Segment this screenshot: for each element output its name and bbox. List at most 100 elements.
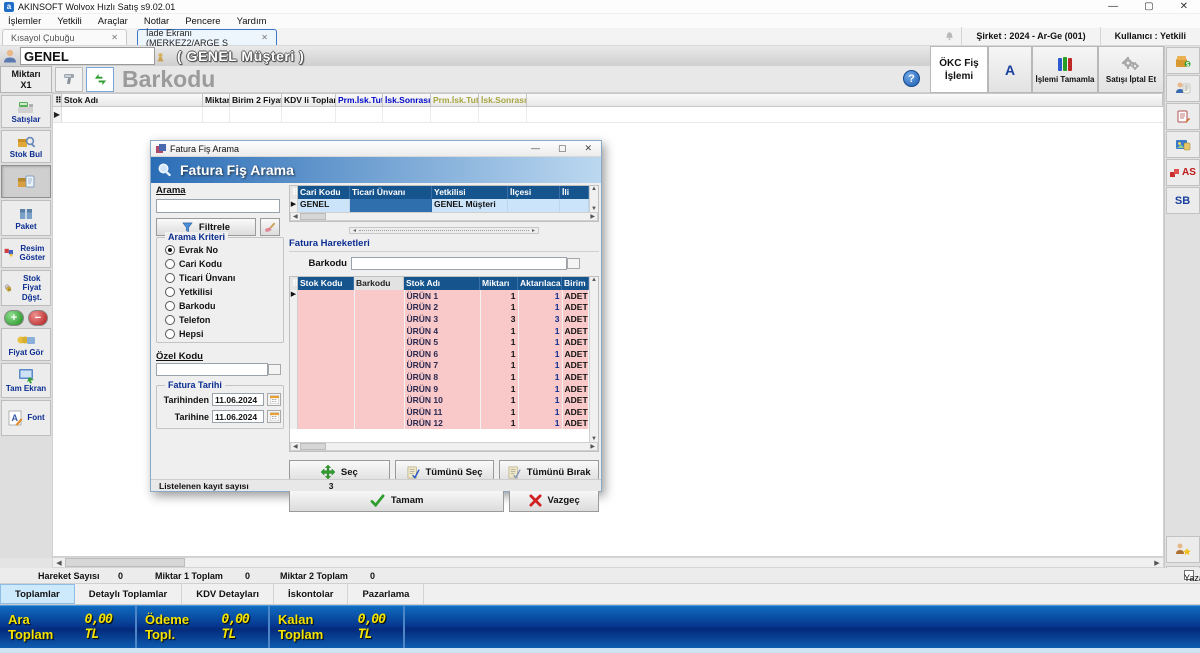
radio-evrak-no[interactable]: Evrak No [165,245,218,255]
cash-box-button[interactable]: $ [1166,47,1200,74]
cell-ticari-unvani-selected[interactable] [350,199,432,212]
clear-filter-button[interactable] [260,218,280,236]
sidebar-item-stok-fiyat-dgst[interactable]: % Stok Fiyat Dğşt. [1,270,51,306]
tab-pazarlama[interactable]: Pazarlama [348,584,424,604]
menu-araclar[interactable]: Araçlar [98,16,128,27]
menu-notlar[interactable]: Notlar [144,16,169,27]
col-miktari[interactable]: Miktarı [480,277,518,290]
col-birim[interactable]: Birim [562,277,589,290]
okc-fis-islemi-button[interactable]: ÖKC Fiş İşlemi [930,46,988,93]
sidebar-item-paket[interactable]: Paket [1,200,51,236]
menu-islemler[interactable]: İşlemler [8,16,41,27]
col-ilcesi[interactable]: İlçesi [508,186,560,199]
col-prm-isk-tutari-1[interactable]: Prm.İsk.Tutarı [336,94,383,106]
sidebar-item-satislar[interactable]: Satışlar [1,95,51,128]
splitter-bar[interactable]: ◂ ▸ [349,227,539,234]
tab-kisayol-cubugu[interactable]: Kısayol Çubuğu ✕ [2,29,127,45]
yazarkasa-checkbox-row[interactable]: Yazarkasaya Gönder [1184,570,1194,580]
col-cari-kodu[interactable]: Cari Kodu [298,186,350,199]
col-ili[interactable]: İli [560,186,589,199]
as-button[interactable]: AS [1166,159,1200,186]
satisi-iptal-et-button[interactable]: Satışı İptal Et [1098,46,1164,93]
col-birim2-fiyati[interactable]: Birim 2 Fiyatı [230,94,282,106]
order-note-button[interactable] [1166,103,1200,130]
tab-kdv-detaylari[interactable]: KDV Detayları [182,584,274,604]
tab-iskontolar[interactable]: İskontolar [274,584,348,604]
sb-button[interactable]: SB [1166,187,1200,214]
cell-cari-kodu[interactable]: GENEL [298,199,350,212]
bell-icon[interactable] [944,31,955,42]
tab-toplamlar[interactable]: Toplamlar [0,584,75,604]
ozel-kodu-input[interactable] [156,363,268,376]
tamam-button[interactable]: Tamam [289,488,504,512]
product-row[interactable]: ÜRÜN 411ADET [298,325,589,337]
product-row[interactable]: ÜRÜN 511ADET [298,336,589,348]
sidebar-item-fiyat-gor[interactable]: Fiyat Gör [1,328,51,361]
refresh-button[interactable] [86,67,114,92]
product-row[interactable]: ÜRÜN 811ADET [298,371,589,383]
tarihine-input[interactable]: 11.06.2024 [212,410,264,423]
customers-vscrollbar[interactable]: ▲▼ [589,186,598,212]
sidebar-item-stok-bul[interactable]: Stok Bul [1,130,51,163]
scroll-right-icon[interactable]: ▶ [1151,559,1163,567]
image-card-button[interactable] [1166,131,1200,158]
sidebar-item-font[interactable]: A Font [1,400,51,436]
minimize-button[interactable]: — [1108,1,1118,12]
radio-hepsi[interactable]: Hepsi [165,329,204,339]
col-yetkilisi[interactable]: Yetkilisi [432,186,508,199]
help-icon[interactable]: ? [903,70,920,87]
product-row[interactable]: ÜRÜN 211ADET [298,302,589,314]
col-isk-sonrasi-tutar-2[interactable]: İsk.Sonrası Tutar [479,94,527,106]
tab-iade-ekrani[interactable]: İade Ekranı (MERKEZ2/ARGE S ✕ [137,29,277,45]
barcode-scanner-button[interactable] [55,67,83,92]
products-vscrollbar[interactable]: ▲▼ [589,277,598,442]
dlg-barkodu-lookup-button[interactable] [567,258,580,269]
product-row[interactable]: ÜRÜN 1111ADET [298,406,589,418]
menu-yardim[interactable]: Yardım [237,16,267,27]
customer-row-genel[interactable]: ▶ GENEL GENEL Müşteri [290,199,589,212]
tab-detayli-toplamlar[interactable]: Detaylı Toplamlar [75,584,183,604]
customers-grid[interactable]: ⠿ Cari Kodu Ticari Ünvanı Yetkilisi İlçe… [289,185,599,222]
maximize-button[interactable]: ▢ [1144,1,1153,12]
ozel-kodu-lookup-button[interactable] [268,364,281,375]
main-horizontal-scrollbar[interactable]: ◀ ▶ [52,557,1164,568]
dialog-maximize-button[interactable]: ▢ [558,143,567,154]
col-stok-adi[interactable]: Stok Adı [404,277,480,290]
col-stok-kodu[interactable]: Stok Kodu [298,277,354,290]
tab-close-icon[interactable]: ✕ [111,33,118,42]
sidebar-item-iade[interactable] [1,165,51,198]
col-prm-isk-tutari-2[interactable]: Prm.İsk.Tutarı [431,94,479,106]
col-miktari[interactable]: Miktarı [203,94,230,106]
product-row[interactable]: ÜRÜN 333ADET [298,313,589,325]
vazgec-button[interactable]: Vazgeç [509,488,599,512]
scroll-left-icon[interactable]: ◀ [53,559,65,567]
products-grid[interactable]: ⠿ Stok Kodu Barkodu Stok Adı Miktarı Akt… [289,276,599,452]
menu-pencere[interactable]: Pencere [185,16,220,27]
dialog-close-button[interactable]: ✕ [584,143,592,154]
customers-hscrollbar[interactable]: ◀▶ [290,212,598,221]
col-isk-sonrasi-tutar-1[interactable]: İsk.Sonrası Tutar [383,94,431,106]
product-row[interactable]: ÜRÜN 111ADET [298,290,589,302]
radio-ticari-unvani[interactable]: Ticari Ünvanı [165,273,235,283]
product-row[interactable]: ÜRÜN 1011ADET [298,394,589,406]
arama-input[interactable] [156,199,280,213]
customer-note-button[interactable] [1166,75,1200,102]
quantity-multiplier-button[interactable]: Miktarı X1 [0,66,52,93]
tarihinden-calendar-button[interactable] [267,393,281,406]
customer-code-field[interactable]: GENEL [20,47,155,65]
products-hscrollbar[interactable]: ◀▶ [290,442,598,451]
product-row[interactable]: ÜRÜN 711ADET [298,360,589,372]
tab-close-icon[interactable]: ✕ [261,33,268,42]
sidebar-item-resim-goster[interactable]: Resim Göster [1,238,51,268]
islemi-tamamla-button[interactable]: İşlemi Tamamla [1032,46,1098,93]
col-kdvli-toplam[interactable]: KDV li Toplam [282,94,336,106]
dlg-barkodu-input[interactable] [351,257,567,270]
scrollbar-thumb[interactable] [65,558,185,567]
product-row[interactable]: ÜRÜN 911ADET [298,383,589,395]
close-button[interactable]: ✕ [1180,1,1188,12]
stamp-icon[interactable] [155,51,171,62]
dialog-title-bar[interactable]: Fatura Fiş Arama — ▢ ✕ [151,141,601,157]
product-row[interactable]: ÜRÜN 1211ADET [298,418,589,430]
radio-cari-kodu[interactable]: Cari Kodu [165,259,222,269]
decrease-button[interactable]: − [28,310,48,326]
